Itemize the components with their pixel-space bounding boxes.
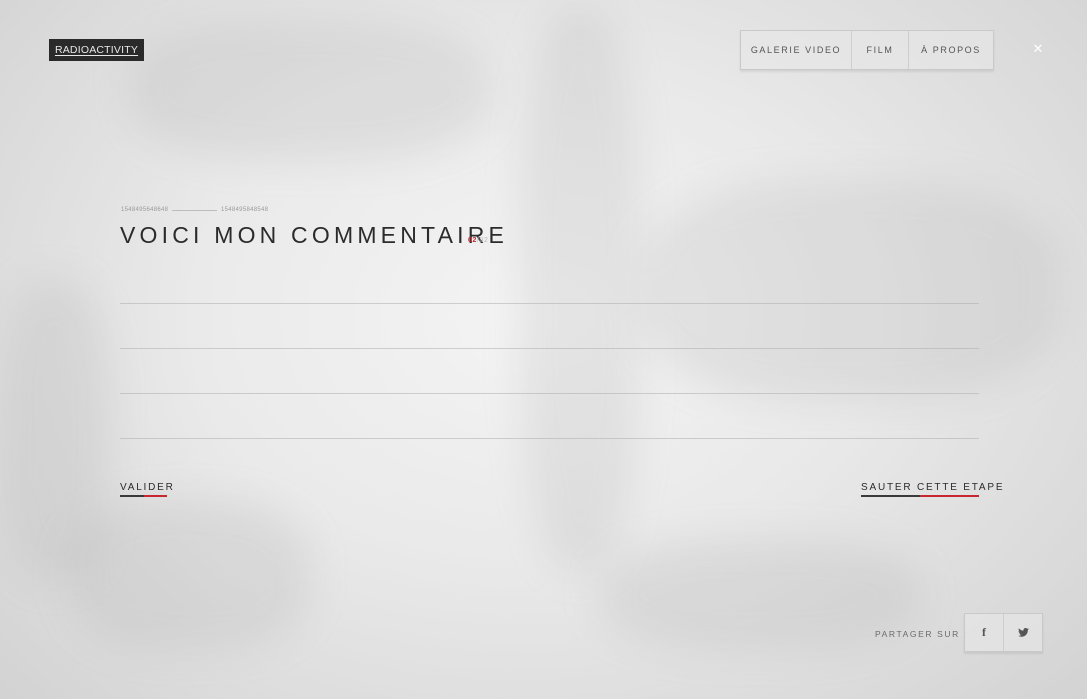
nav-item-film[interactable]: FILM	[852, 31, 909, 69]
validate-label: VALIDER	[120, 482, 175, 493]
step-counter: 02/02	[468, 237, 489, 244]
background-shape	[640, 180, 1060, 400]
background-shape	[520, 10, 640, 570]
meta-code-left: 1548495648648	[121, 207, 169, 213]
meta-divider	[172, 210, 217, 211]
validate-underline-accent	[144, 495, 167, 497]
close-icon[interactable]: ✕	[1031, 43, 1045, 57]
facebook-share-button[interactable]: f	[965, 614, 1004, 651]
background-shape	[70, 500, 310, 650]
page-title: VOICI MON COMMENTAIRE	[120, 222, 509, 248]
site-logo[interactable]: RADIOACTIVITY	[49, 39, 144, 61]
step-current: 02	[468, 237, 477, 244]
facebook-icon: f	[982, 625, 986, 639]
share-label: PARTAGER SUR :	[875, 629, 968, 639]
meta-code-right: 1548495848548	[221, 207, 269, 213]
validate-button[interactable]: VALIDER	[120, 482, 175, 497]
nav-item-a-propos[interactable]: À PROPOS	[909, 31, 993, 69]
comment-line-4[interactable]	[120, 438, 979, 439]
skip-step-button[interactable]: SAUTER CETTE ETAPE	[861, 482, 1004, 497]
twitter-icon	[1017, 628, 1029, 637]
comment-line-1[interactable]	[120, 303, 979, 304]
nav-item-galerie-video[interactable]: GALERIE VIDEO	[741, 31, 852, 69]
twitter-share-button[interactable]	[1004, 614, 1042, 651]
background-shape	[600, 540, 920, 650]
main-navigation: GALERIE VIDEO FILM À PROPOS	[740, 30, 994, 70]
skip-step-label: SAUTER CETTE ETAPE	[861, 482, 1005, 493]
comment-line-3[interactable]	[120, 393, 979, 394]
background-shape	[130, 20, 490, 160]
comment-line-2[interactable]	[120, 348, 979, 349]
step-total: 02	[479, 237, 489, 244]
share-buttons: f	[964, 613, 1043, 652]
skip-step-underline-accent	[920, 495, 979, 497]
